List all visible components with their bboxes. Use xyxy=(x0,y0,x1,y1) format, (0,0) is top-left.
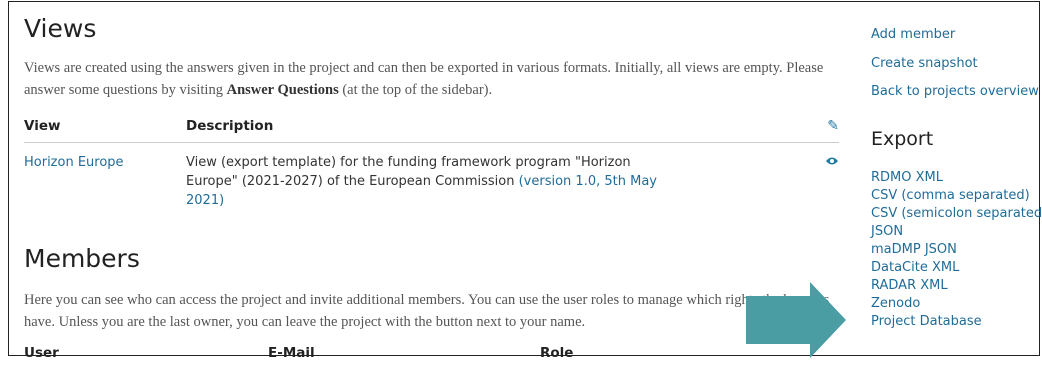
col-email: E-Mail xyxy=(268,345,315,361)
members-intro: Here you can see who can access the proj… xyxy=(24,292,830,330)
export-csv-semicolon[interactable]: CSV (semicolon separated) xyxy=(871,206,1042,221)
export-project-database[interactable]: Project Database xyxy=(871,314,982,329)
answer-questions-ref: Answer Questions xyxy=(226,82,339,98)
col-role: Role xyxy=(540,345,574,361)
views-table: View Description ✎ Horizon Europe View (… xyxy=(24,118,839,210)
create-snapshot-link[interactable]: Create snapshot xyxy=(871,56,978,71)
add-member-link[interactable]: Add member xyxy=(871,27,955,42)
members-heading: Members xyxy=(24,244,140,273)
col-view: View xyxy=(24,118,186,143)
export-radar-xml[interactable]: RADAR XML xyxy=(871,278,948,293)
export-heading: Export xyxy=(871,128,934,150)
export-csv-comma[interactable]: CSV (comma separated) xyxy=(871,188,1030,203)
export-rdmo-xml[interactable]: RDMO XML xyxy=(871,170,943,185)
main-content: Views Views are created using the answer… xyxy=(24,14,839,369)
col-user: User xyxy=(24,345,59,361)
export-zenodo[interactable]: Zenodo xyxy=(871,296,920,311)
header-actions: ✎ xyxy=(817,118,839,143)
pencil-icon[interactable]: ✎ xyxy=(827,118,839,134)
export-json[interactable]: JSON xyxy=(871,224,903,239)
export-datacite-xml[interactable]: DataCite XML xyxy=(871,260,959,275)
views-intro: Views are created using the answers give… xyxy=(24,57,839,101)
highlight-arrow-icon xyxy=(746,282,846,358)
views-table-header: View Description ✎ xyxy=(24,118,839,143)
views-intro-end: (at the top of the sidebar). xyxy=(338,82,493,98)
col-description: Description xyxy=(186,118,817,143)
view-link-horizon-europe[interactable]: Horizon Europe xyxy=(24,155,124,170)
export-madmp-json[interactable]: maDMP JSON xyxy=(871,242,957,257)
table-row: Horizon Europe View (export template) fo… xyxy=(24,143,839,211)
members-table-header: User E-Mail Role xyxy=(24,345,839,369)
back-to-projects-link[interactable]: Back to projects overview xyxy=(871,84,1039,99)
eye-icon[interactable] xyxy=(825,155,839,170)
views-heading: Views xyxy=(24,14,97,43)
